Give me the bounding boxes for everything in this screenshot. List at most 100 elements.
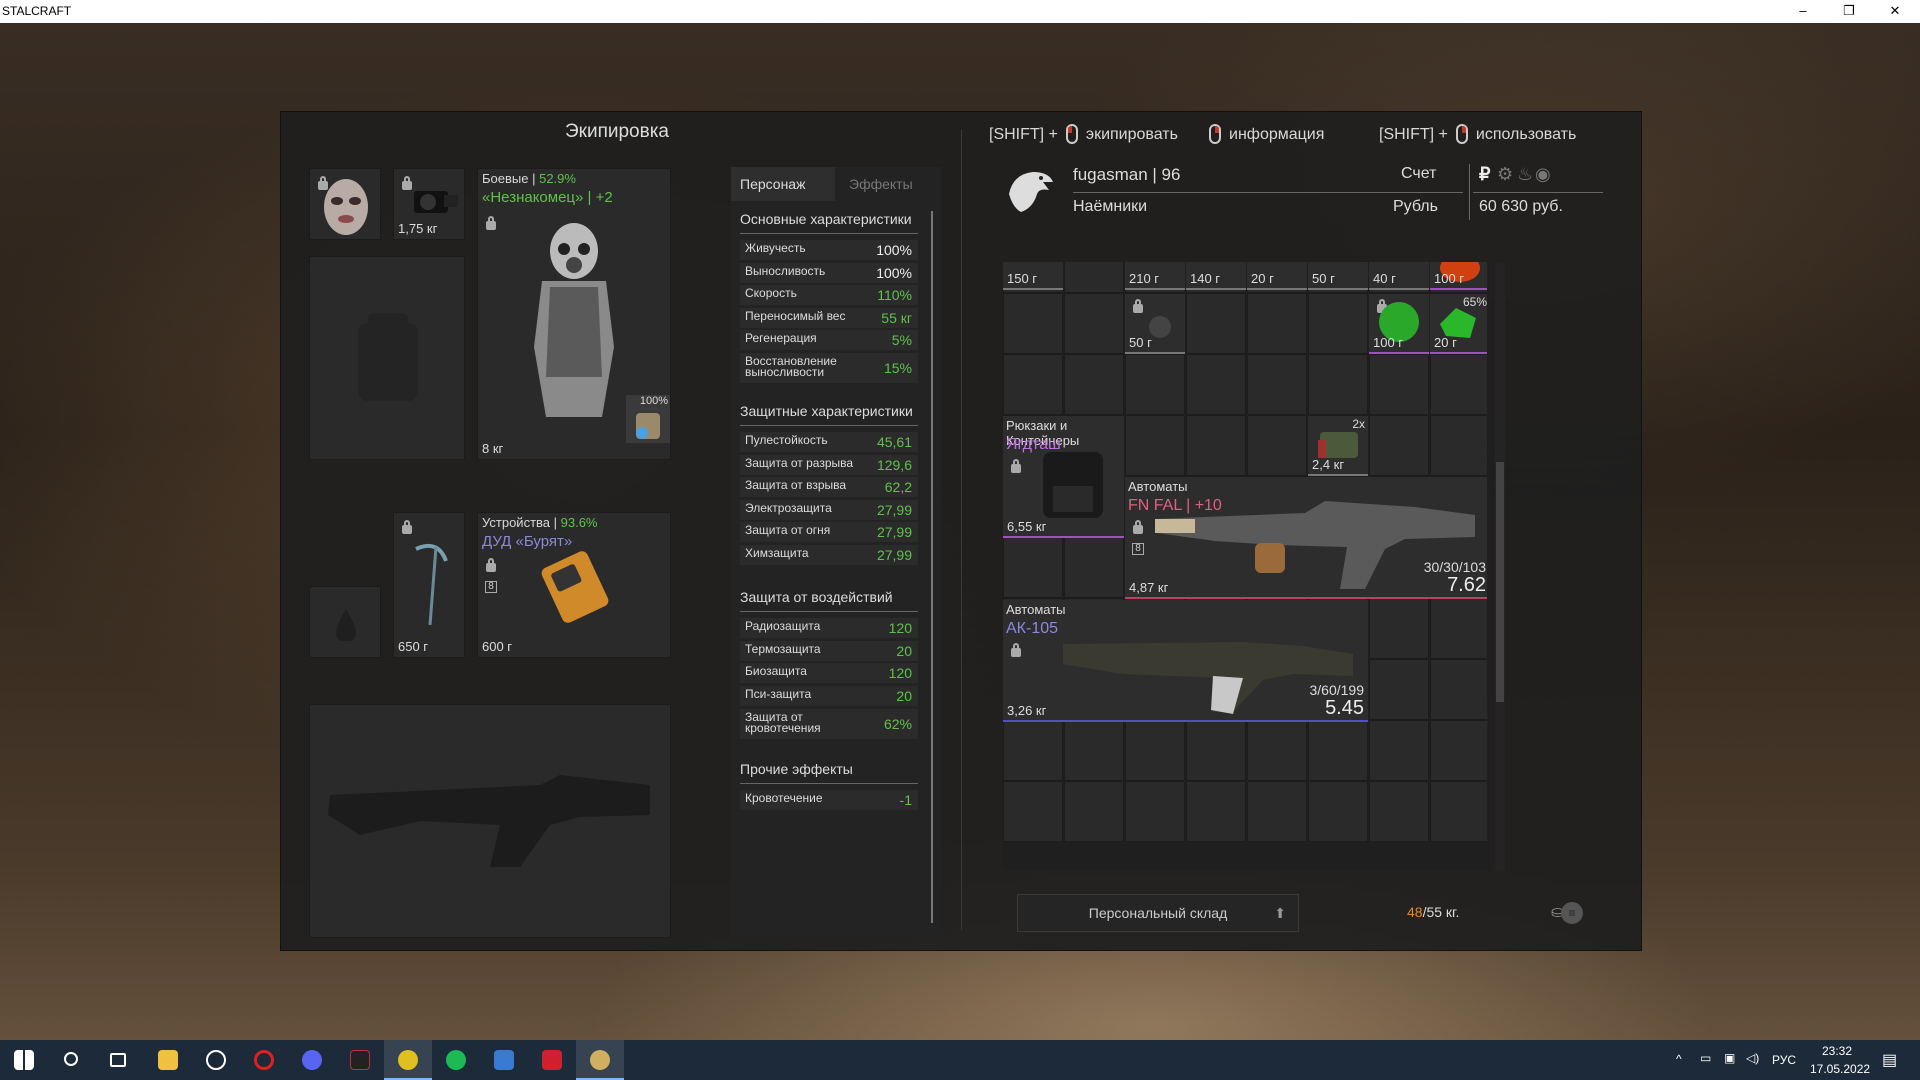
inventory-cell[interactable] (1003, 354, 1063, 415)
restore-button[interactable]: ❐ (1826, 0, 1872, 23)
task-view-icon[interactable] (96, 1040, 144, 1080)
inventory-item[interactable]: 20 г (1247, 262, 1307, 290)
scrollbar-thumb[interactable] (1496, 462, 1504, 702)
consumable-slot[interactable] (309, 586, 381, 658)
stats-scrollbar[interactable] (931, 211, 933, 923)
tray-volume-icon[interactable]: ◁) (1746, 1051, 1759, 1080)
stat-label: Защита от огня (745, 523, 831, 537)
tab-effects[interactable]: Эффекты (835, 167, 941, 201)
inventory-item[interactable]: 65% 20 г (1430, 294, 1487, 354)
inventory-cell[interactable] (1064, 293, 1124, 354)
armor-slot[interactable]: Боевые | 52.9% «Незнакомец» | +2 100% 8 … (477, 168, 671, 460)
device-slot[interactable]: 1,75 кг (393, 168, 465, 240)
inventory-cell[interactable] (1247, 293, 1307, 354)
search-icon[interactable] (48, 1040, 96, 1080)
tab-character[interactable]: Персонаж (731, 167, 835, 201)
weapon-slot[interactable] (309, 704, 671, 938)
app-x-icon[interactable] (336, 1040, 384, 1080)
inventory-cell[interactable] (1064, 781, 1124, 842)
inventory-item[interactable]: 150 г (1003, 262, 1063, 290)
app-blue-icon[interactable] (480, 1040, 528, 1080)
close-button[interactable]: ✕ (1872, 0, 1918, 23)
inventory-cell[interactable] (1003, 781, 1063, 842)
trash-icon[interactable]: ≡ (1561, 902, 1583, 924)
gear-icon[interactable]: ⚙ (1497, 164, 1513, 185)
tray-language[interactable]: РУС (1772, 1053, 1796, 1080)
inventory-cell[interactable] (1369, 781, 1429, 842)
minimize-button[interactable]: – (1780, 0, 1826, 23)
inventory-cell[interactable] (1064, 720, 1124, 781)
windows-start-icon[interactable] (0, 1040, 48, 1080)
detector-slot[interactable]: Устройства | 93.6% ДУД «Бурят» 8 600 г (477, 512, 671, 658)
notifications-icon[interactable]: ▤ (1882, 1050, 1897, 1080)
flame-icon[interactable]: ♨ (1517, 164, 1533, 185)
inventory-cell[interactable] (1064, 354, 1124, 415)
inventory-cell[interactable] (1003, 537, 1063, 598)
inventory-cell[interactable] (1186, 354, 1246, 415)
inventory-item[interactable]: 2x 2,4 кг (1308, 416, 1368, 476)
inventory-item[interactable]: 40 г (1369, 262, 1429, 290)
inventory-scrollbar[interactable] (1495, 262, 1505, 870)
tray-chevron-icon[interactable]: ^ (1676, 1052, 1682, 1080)
inventory-cell[interactable] (1308, 781, 1368, 842)
inventory-cell[interactable] (1308, 354, 1368, 415)
inventory-cell[interactable] (1247, 415, 1307, 476)
inventory-cell[interactable] (1003, 293, 1063, 354)
file-explorer-icon[interactable] (144, 1040, 192, 1080)
ak105-item[interactable]: Автоматы АК-105 3/60/199 5.45 3,26 кг (1003, 600, 1368, 722)
inventory-cell[interactable] (1430, 598, 1487, 659)
inventory-item[interactable]: 50 г (1308, 262, 1368, 290)
inventory-cell[interactable] (1430, 781, 1487, 842)
inventory-cell[interactable] (1247, 720, 1307, 781)
inventory-cell[interactable] (1369, 720, 1429, 781)
inventory-cell[interactable] (1003, 720, 1063, 781)
steam-icon[interactable] (192, 1040, 240, 1080)
personal-storage-button[interactable]: Персональный склад ⬆ (1017, 894, 1299, 932)
inventory-cell[interactable] (1369, 659, 1429, 720)
inventory-item[interactable]: 140 г (1186, 262, 1246, 290)
spotify-icon[interactable] (432, 1040, 480, 1080)
inventory-cell[interactable] (1247, 781, 1307, 842)
tool-slot[interactable]: 650 г (393, 512, 465, 658)
fnfal-item[interactable]: Автоматы FN FAL | +10 8 30/30/103 7.62 4… (1125, 477, 1487, 599)
inventory-cell[interactable] (1308, 720, 1368, 781)
inventory-cell[interactable] (1125, 720, 1185, 781)
inventory-cell[interactable] (1125, 781, 1185, 842)
inventory-cell[interactable] (1186, 293, 1246, 354)
mask-slot[interactable] (309, 168, 381, 240)
inventory-cell[interactable] (1247, 354, 1307, 415)
inventory-cell[interactable] (1125, 354, 1185, 415)
coin-icon[interactable]: ◉ (1535, 164, 1551, 185)
ruble-icon[interactable]: ₽ (1479, 164, 1490, 185)
stalcraft-icon[interactable] (576, 1040, 624, 1080)
tray-network-icon[interactable]: ▭ (1700, 1051, 1711, 1080)
discord-icon[interactable] (288, 1040, 336, 1080)
inventory-cell[interactable] (1369, 354, 1429, 415)
inventory-item[interactable]: 210 г (1125, 262, 1185, 290)
backpack-slot[interactable] (309, 256, 465, 460)
detector-category-label: Устройства (482, 515, 551, 530)
tray-date[interactable]: 17.05.2022 (1810, 1062, 1870, 1080)
app-red-icon[interactable] (528, 1040, 576, 1080)
inventory-item[interactable]: 100 г (1369, 294, 1429, 354)
backpack-item[interactable]: Рюкзаки и Контейнеры Ягдташ 6,55 кг (1003, 416, 1124, 538)
opera-icon[interactable] (240, 1040, 288, 1080)
inventory-cell[interactable] (1430, 720, 1487, 781)
inventory-cell[interactable] (1430, 354, 1487, 415)
inventory-cell[interactable] (1186, 415, 1246, 476)
inventory-item[interactable]: 100 г (1430, 262, 1487, 290)
inventory-cell[interactable] (1430, 659, 1487, 720)
inventory-item[interactable]: 50 г (1125, 294, 1185, 354)
inventory-cell[interactable] (1186, 720, 1246, 781)
inventory-cell[interactable] (1064, 262, 1124, 293)
app-yellow-icon[interactable] (384, 1040, 432, 1080)
inventory-cell[interactable] (1369, 598, 1429, 659)
inventory-cell[interactable] (1369, 415, 1429, 476)
inventory-cell[interactable] (1308, 293, 1368, 354)
inventory-cell[interactable] (1430, 415, 1487, 476)
tray-display-icon[interactable]: ▣ (1724, 1051, 1735, 1080)
inventory-cell[interactable] (1125, 415, 1185, 476)
inventory-grid[interactable]: 150 г 210 г 140 г 20 г 50 г 40 г 100 г 5… (1003, 262, 1487, 870)
inventory-cell[interactable] (1064, 537, 1124, 598)
inventory-cell[interactable] (1186, 781, 1246, 842)
